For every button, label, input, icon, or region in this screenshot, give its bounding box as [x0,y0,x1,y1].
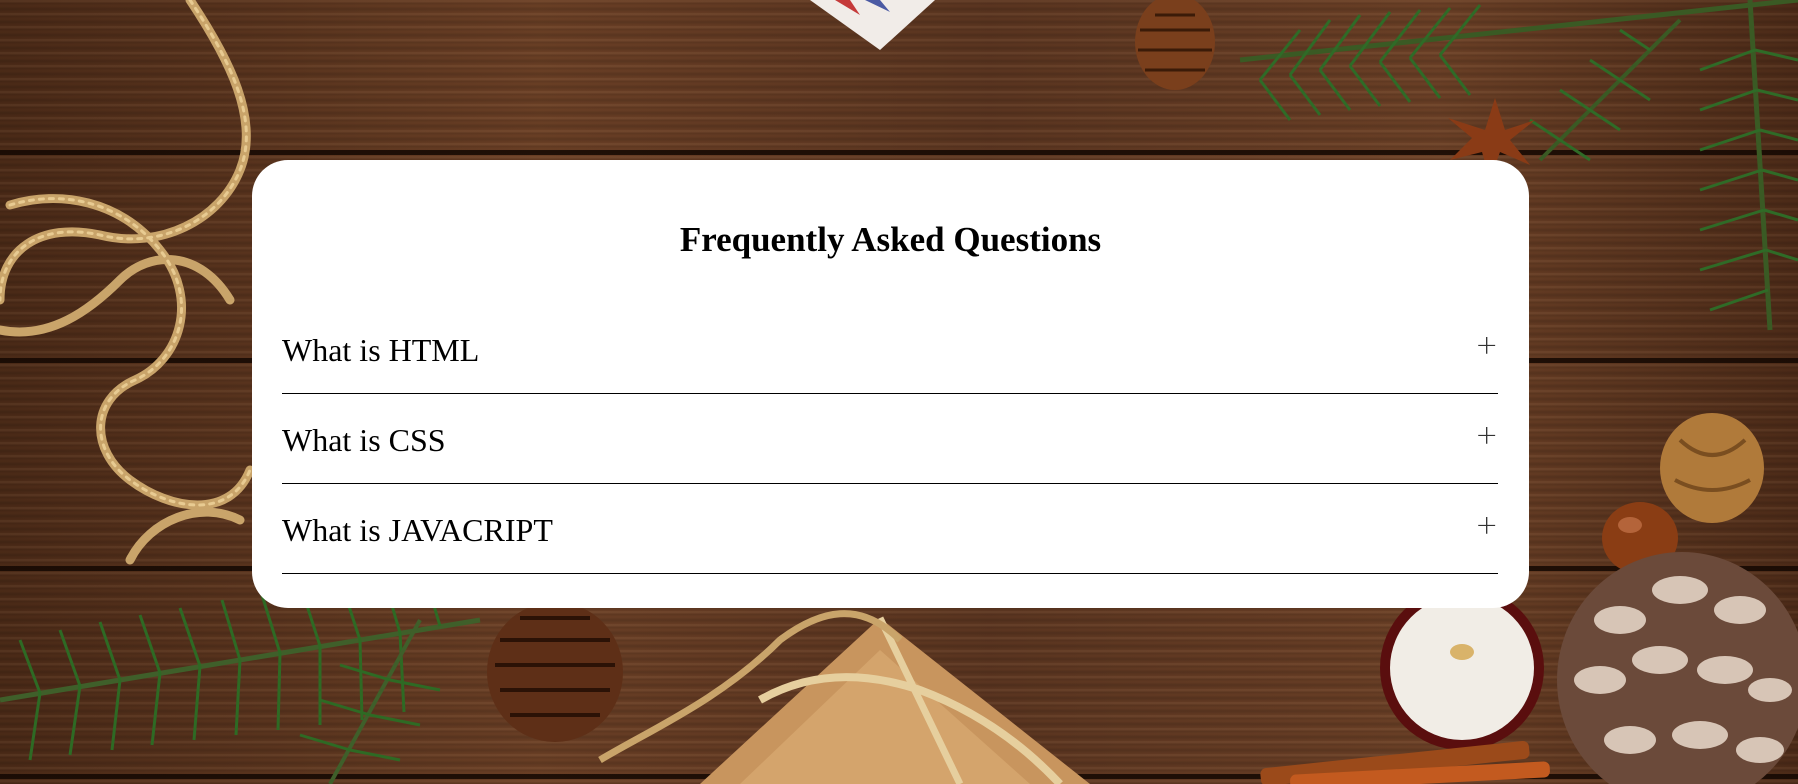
plus-icon[interactable]: + [1475,328,1498,364]
plus-icon[interactable]: + [1475,508,1498,544]
faq-item-css[interactable]: What is CSS + [282,394,1498,484]
faq-question: What is JAVACRIPT [282,512,553,548]
plus-icon[interactable]: + [1475,418,1498,454]
faq-list: What is HTML + What is CSS + What is JAV… [282,304,1498,574]
faq-question: What is CSS [282,422,446,458]
gift-box [700,616,1090,784]
faq-question: What is HTML [282,332,480,368]
cinnamon-sticks [1260,741,1550,784]
candle [1380,586,1544,750]
faq-item-javascript[interactable]: What is JAVACRIPT + [282,484,1498,574]
faq-card: Frequently Asked Questions What is HTML … [252,160,1529,608]
envelope-decor [810,0,935,50]
nuts [1602,413,1764,574]
pinecone-top [1135,0,1215,90]
twine-rope [0,0,255,565]
faq-item-html[interactable]: What is HTML + [282,304,1498,394]
faq-title: Frequently Asked Questions [679,220,1102,259]
twine-rope-highlight [0,0,252,507]
pinecone-bottom-right [1557,552,1798,784]
pinecone-bottom-center [487,602,623,742]
